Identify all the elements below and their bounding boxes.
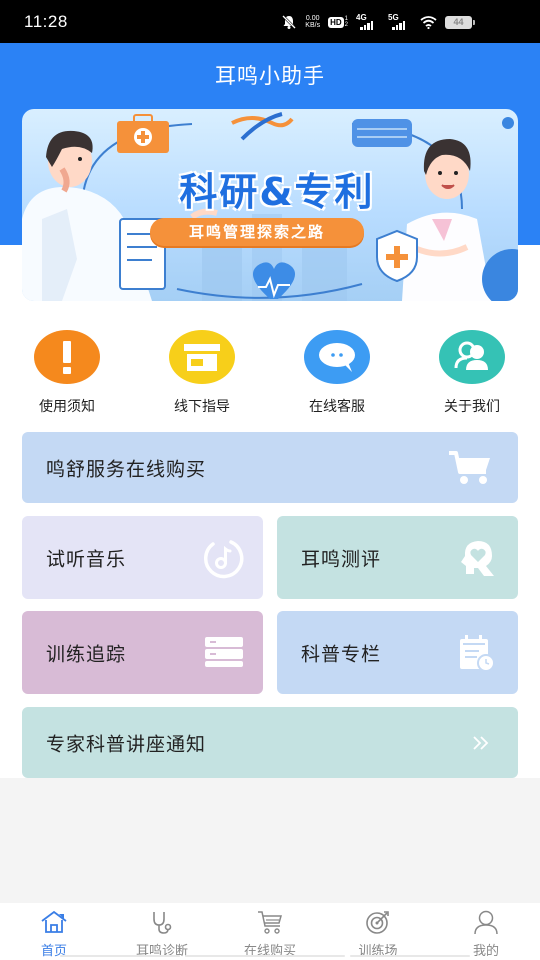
users-icon [439, 330, 505, 384]
signal-4g-icon: 4G [356, 13, 380, 30]
quick-action-label: 在线客服 [309, 399, 365, 415]
music-note-icon [203, 539, 244, 578]
content-background [0, 245, 540, 778]
status-bar: 11:28 0.00 KB/s HD 1 2 4G 5G 44 [0, 0, 540, 43]
music-card[interactable]: 试听音乐 [22, 516, 263, 599]
quick-action-usage-notice[interactable]: 使用须知 [7, 330, 127, 416]
battery-level: 44 [453, 16, 464, 27]
banner-subtitle: 耳鸣管理探索之路 [150, 218, 364, 246]
quick-action-label: 线下指导 [174, 399, 230, 415]
net-speed-value: 0.00 [305, 15, 320, 22]
battery-icon: 44 [445, 15, 475, 29]
hd-sub: 1 2 [345, 16, 348, 28]
mute-bell-icon [282, 15, 297, 29]
home-icon [41, 910, 67, 933]
expert-lecture-card[interactable]: 专家科普讲座通知 [22, 707, 518, 778]
quick-action-offline-guide[interactable]: 线下指导 [142, 330, 262, 416]
purchase-card-label: 鸣舒服务在线购买 [46, 458, 207, 480]
target-icon [366, 911, 389, 934]
chat-bubble-icon [304, 330, 370, 384]
status-icons: 0.00 KB/s HD 1 2 4G 5G 44 [281, 12, 475, 32]
user-icon [474, 910, 498, 935]
quick-action-label: 使用须知 [39, 399, 95, 415]
expert-lecture-card-label: 专家科普讲座通知 [46, 733, 207, 755]
page-title: 耳鸣小助手 [215, 64, 325, 88]
calendar-clock-icon [460, 634, 495, 672]
store-icon [169, 330, 235, 384]
quick-action-about-us[interactable]: 关于我们 [412, 330, 532, 416]
quick-actions: 使用须知 线下指导 在线客服 关于我们 [0, 330, 540, 420]
music-card-label: 试听音乐 [46, 548, 127, 570]
stethoscope-icon [153, 912, 172, 934]
tracking-card[interactable]: 训练追踪 [22, 611, 263, 694]
double-chevron-right-icon [473, 735, 489, 750]
hd-volte-icon: HD 1 2 [328, 16, 348, 28]
banner-headline: 科研&专利 [179, 170, 375, 214]
assessment-card[interactable]: 耳鸣测评 [277, 516, 518, 599]
net-speed-unit: KB/s [305, 22, 321, 29]
nav-home[interactable]: 首页 [4, 909, 104, 959]
science-column-card[interactable]: 科普专栏 [277, 611, 518, 694]
nav-diagnosis[interactable]: 耳鸣诊断 [112, 909, 212, 959]
nav-online-purchase[interactable]: 在线购买 [220, 909, 320, 959]
quick-action-online-support[interactable]: 在线客服 [277, 330, 397, 416]
server-list-icon [205, 636, 243, 667]
quick-action-label: 关于我们 [444, 399, 500, 415]
nav-profile[interactable]: 我的 [436, 909, 536, 959]
promo-banner[interactable]: 科研&专利 耳鸣管理探索之路 [22, 109, 518, 301]
hd-label: HD [328, 16, 344, 28]
assessment-card-label: 耳鸣测评 [301, 548, 382, 570]
head-heart-icon [461, 540, 494, 576]
app-screen: 11:28 0.00 KB/s HD 1 2 4G 5G 44 耳鸣小助手 科研… [0, 0, 540, 960]
science-column-card-label: 科普专栏 [301, 643, 382, 665]
tracking-card-label: 训练追踪 [46, 643, 127, 665]
net-speed: 0.00 KB/s [305, 15, 320, 29]
hd-sub-bottom: 2 [344, 22, 348, 28]
bottom-navigation: 首页 耳鸣诊断 在线购买 训练场 我的 [0, 903, 540, 960]
system-gesture-bar [60, 955, 480, 958]
wifi-icon [420, 16, 437, 29]
cart-outline-icon [258, 911, 282, 934]
nav-training[interactable]: 训练场 [328, 909, 428, 959]
status-time: 11:28 [24, 12, 68, 31]
cart-icon [449, 450, 490, 484]
exclamation-icon [34, 330, 100, 384]
purchase-card[interactable]: 鸣舒服务在线购买 [22, 432, 518, 503]
signal-5g-icon: 5G [388, 13, 412, 30]
